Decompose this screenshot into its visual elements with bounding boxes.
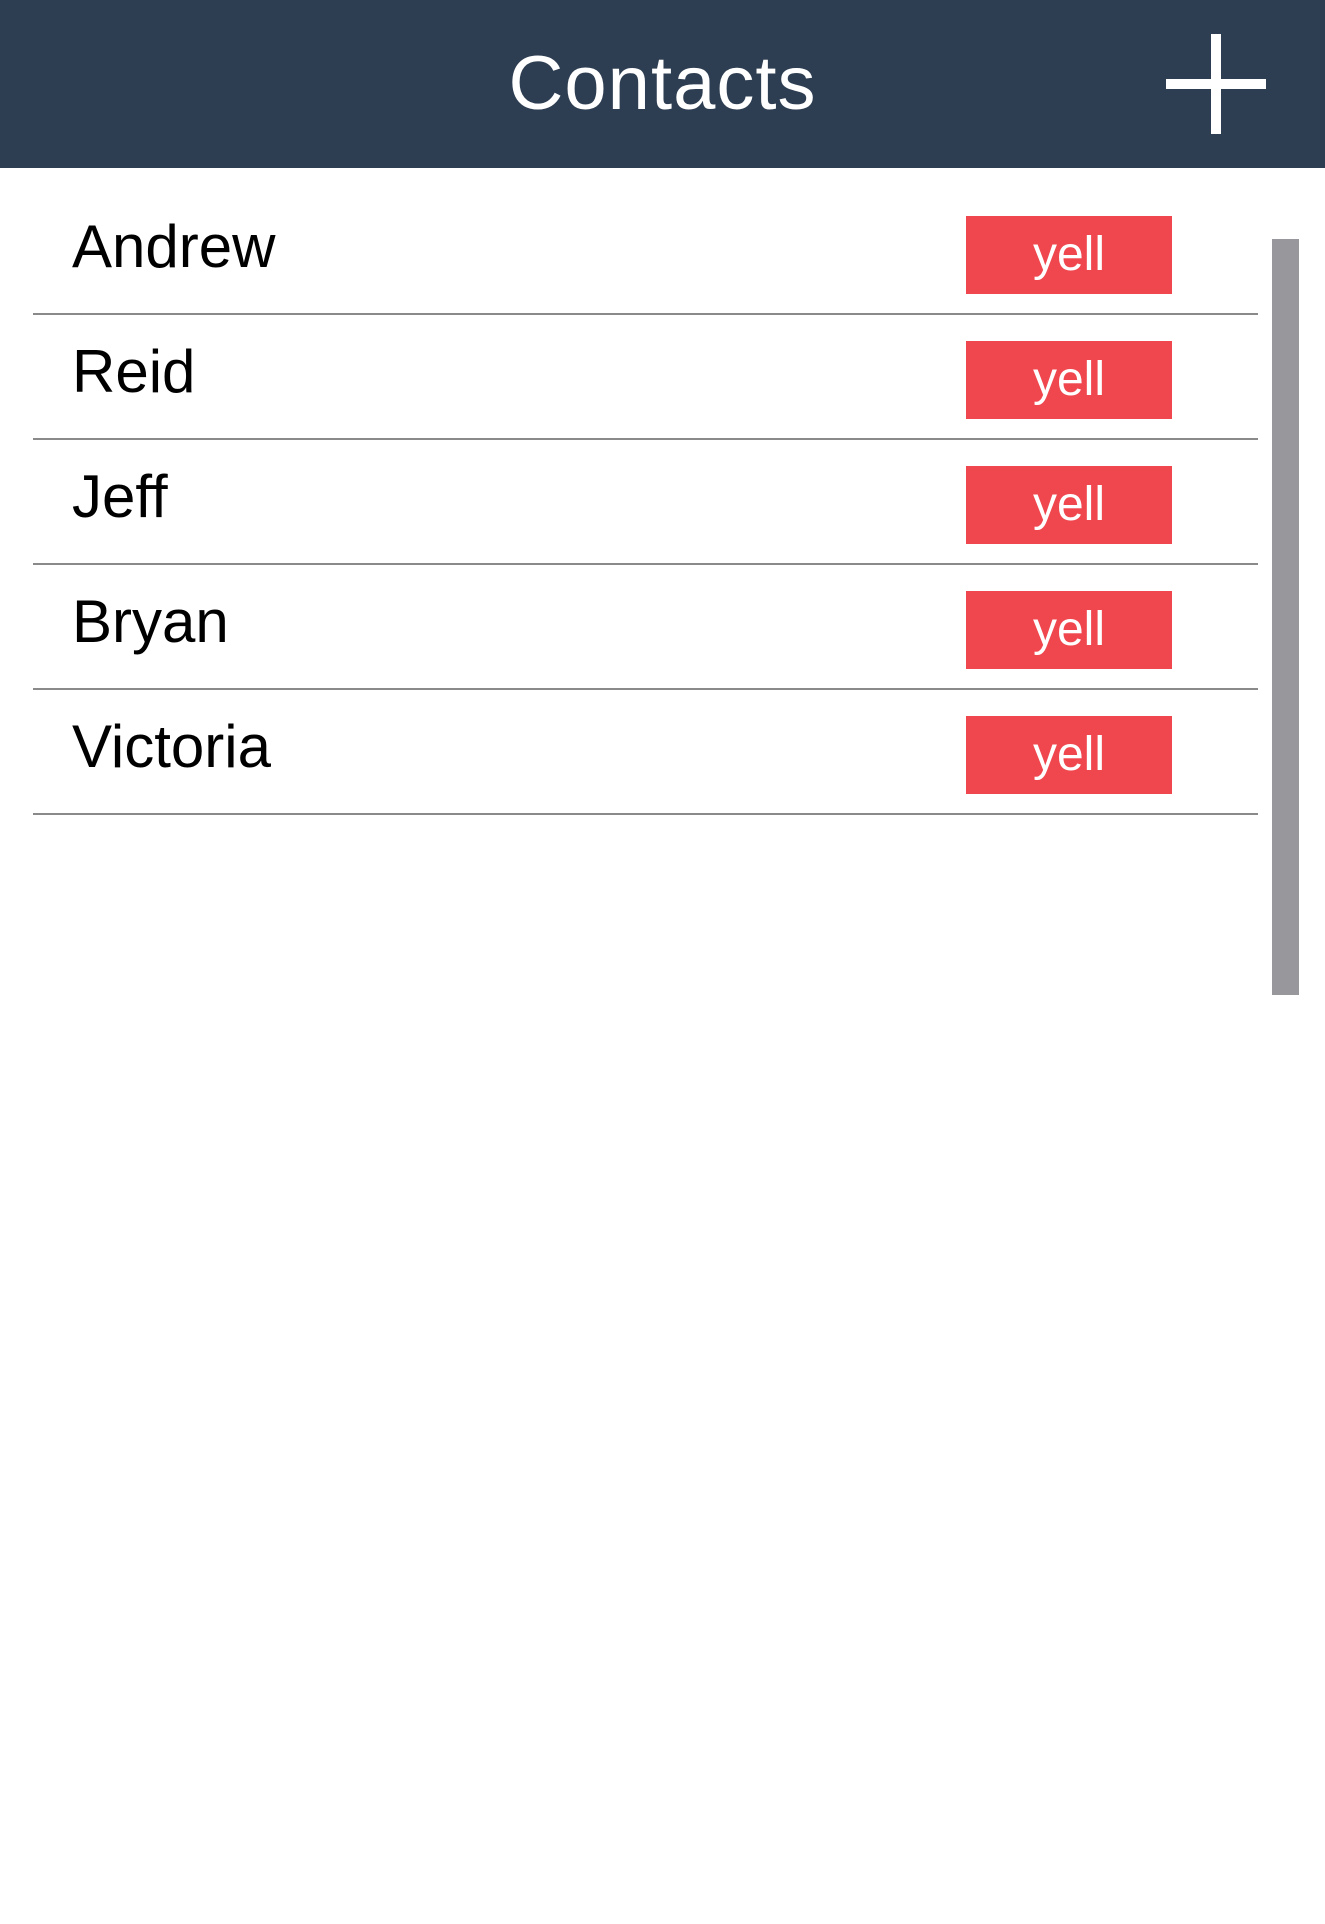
yell-button[interactable]: yell	[966, 716, 1172, 794]
add-contact-button[interactable]	[1164, 32, 1268, 136]
yell-button[interactable]: yell	[966, 466, 1172, 544]
contact-name: Bryan	[72, 588, 229, 655]
yell-button[interactable]: yell	[966, 341, 1172, 419]
plus-icon	[1166, 34, 1266, 134]
yell-button[interactable]: yell	[966, 216, 1172, 294]
contact-name: Andrew	[72, 213, 276, 280]
yell-button[interactable]: yell	[966, 591, 1172, 669]
list-item: Victoria yell	[33, 690, 1258, 815]
page-title: Contacts	[508, 41, 817, 126]
list-item: Bryan yell	[33, 565, 1258, 690]
list-item: Andrew yell	[33, 190, 1258, 315]
scrollbar[interactable]	[1272, 239, 1299, 995]
contact-name: Reid	[72, 338, 196, 405]
list-item: Reid yell	[33, 315, 1258, 440]
app-header: Contacts	[0, 0, 1325, 168]
contact-name: Victoria	[72, 713, 271, 780]
list-item: Jeff yell	[33, 440, 1258, 565]
contact-name: Jeff	[72, 463, 168, 530]
contact-list: Andrew yell Reid yell Jeff yell Bryan ye…	[33, 190, 1258, 815]
